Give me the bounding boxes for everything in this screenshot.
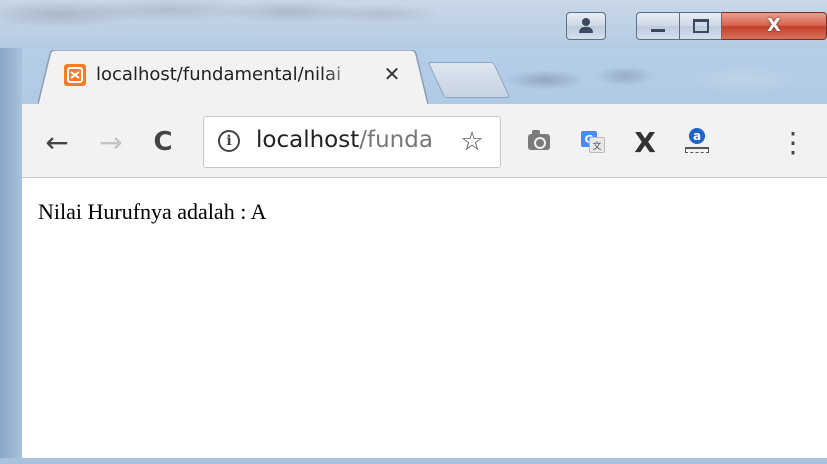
browser-window: X localhost/fundamental/nilai ✕ ← → C i … (0, 0, 827, 464)
translate-sub: 文 (589, 137, 605, 153)
user-icon (575, 17, 597, 35)
forward-arrow-icon[interactable]: → (94, 125, 128, 159)
info-icon[interactable]: i (218, 130, 240, 152)
google-translate-icon[interactable]: G 文 (576, 125, 610, 159)
url-path: /funda (359, 127, 433, 153)
window-frame-bottom (0, 458, 827, 464)
page-content-text: Nilai Hurufnya adalah : A (38, 199, 267, 224)
tabstrip-background (505, 58, 827, 102)
reload-icon[interactable]: C (146, 125, 180, 159)
url-host: localhost (256, 127, 360, 153)
amazon-assistant-icon[interactable]: a (680, 125, 714, 159)
maximize-button[interactable] (680, 12, 722, 40)
new-tab-button[interactable] (427, 62, 511, 98)
close-window-button[interactable]: X (722, 12, 827, 40)
tab-title: localhost/fundamental/nilai (96, 64, 342, 85)
minimize-button[interactable] (636, 12, 680, 40)
url-text[interactable]: localhost/funda (256, 127, 452, 157)
xampp-icon (64, 64, 86, 86)
back-arrow-icon[interactable]: ← (40, 125, 74, 159)
maximize-icon (692, 19, 709, 33)
profile-button[interactable] (566, 12, 606, 40)
menu-kebab-icon[interactable]: ⋮ (776, 125, 810, 159)
tab-close-icon[interactable]: ✕ (380, 62, 404, 86)
x-extension-icon[interactable]: X (628, 125, 662, 159)
minimize-icon (651, 28, 665, 32)
amazon-letter: a (689, 128, 705, 144)
window-frame-left (0, 48, 22, 464)
bookmark-star-icon[interactable]: ☆ (456, 126, 488, 158)
camera-extension-icon[interactable] (522, 125, 556, 159)
close-icon: X (767, 15, 781, 36)
